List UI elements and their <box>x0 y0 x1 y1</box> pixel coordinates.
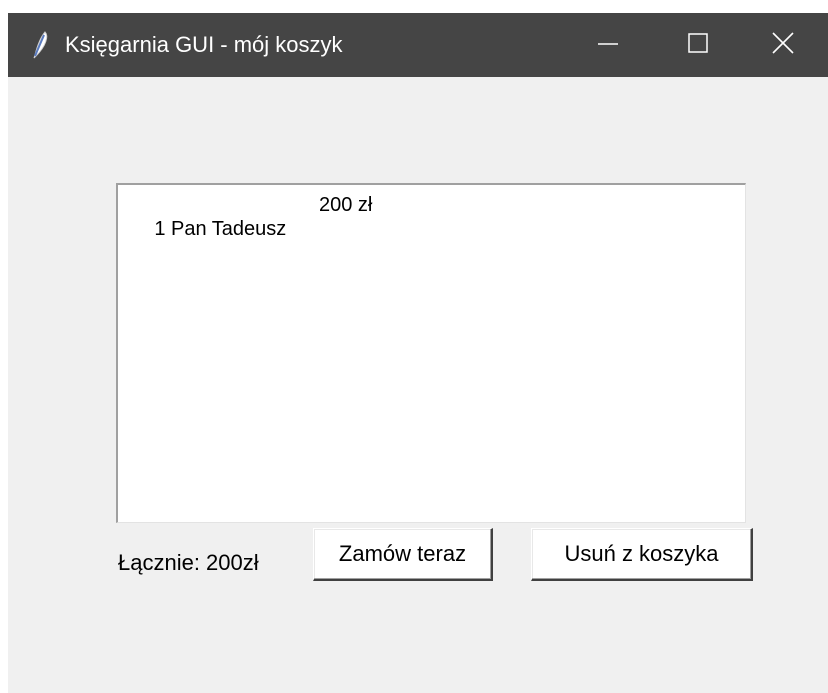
close-icon <box>772 31 794 59</box>
cart-listbox[interactable]: 1 Pan Tadeusz 200 zł <box>116 183 746 523</box>
minimize-icon <box>598 33 618 58</box>
remove-from-cart-button[interactable]: Usuń z koszyka <box>531 528 753 581</box>
minimize-button[interactable] <box>563 13 653 77</box>
close-button[interactable] <box>738 13 828 77</box>
item-label: 1 Pan Tadeusz <box>154 218 287 240</box>
window-title: Księgarnia GUI - mój koszyk <box>65 32 343 57</box>
maximize-icon <box>688 32 708 58</box>
maximize-button[interactable] <box>653 13 743 77</box>
order-now-button[interactable]: Zamów teraz <box>313 528 493 581</box>
total-label: Łącznie: 200zł <box>118 550 259 575</box>
title-bar[interactable]: Księgarnia GUI - mój koszyk <box>8 13 828 77</box>
list-item[interactable]: 1 Pan Tadeusz 200 zł <box>121 193 372 289</box>
feather-icon <box>30 30 50 60</box>
app-window: Księgarnia GUI - mój koszyk 1 Pan Tadeus… <box>8 13 828 693</box>
item-price: 200 zł <box>319 194 373 216</box>
